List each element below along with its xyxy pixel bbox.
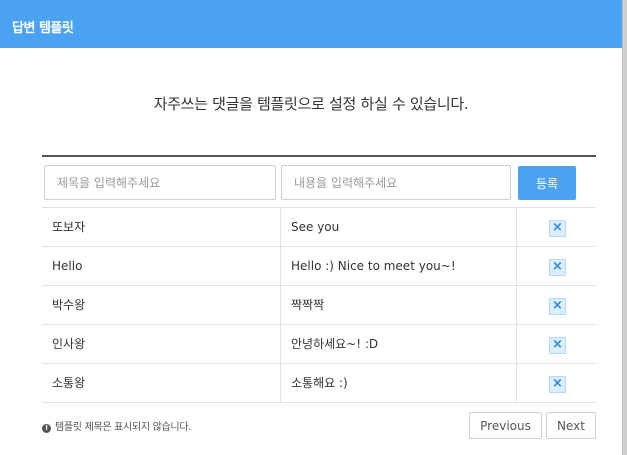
delete-cell: × (516, 286, 597, 324)
divider (42, 155, 596, 157)
row-content: See you (280, 208, 527, 246)
notice: ! 템플릿 제목은 표시되지 않습니다. (42, 418, 191, 433)
notice-text: 템플릿 제목은 표시되지 않습니다. (55, 422, 192, 433)
next-button[interactable]: Next (546, 412, 596, 439)
row-title: Hello (52, 259, 83, 273)
row-content: Hello :) Nice to meet you~! (280, 247, 527, 285)
delete-icon[interactable]: × (549, 376, 566, 393)
row-title: 박수왕 (52, 298, 86, 312)
template-title-input[interactable] (44, 165, 276, 200)
table-row: 소통왕 소통해요 :) × (42, 364, 596, 403)
table-row: 또보자 See you × (42, 208, 596, 247)
template-content-input[interactable] (281, 165, 511, 200)
row-content: 소통해요 :) (280, 364, 527, 402)
dialog-header: 답변 템플릿 (0, 0, 622, 48)
delete-icon[interactable]: × (549, 298, 566, 315)
description-text: 자주쓰는 댓글을 템플릿으로 설정 하실 수 있습니다. (153, 95, 469, 113)
row-content: 안녕하세요~! :D (280, 325, 527, 363)
delete-cell: × (516, 247, 597, 285)
row-title: 인사왕 (52, 337, 86, 351)
row-content: 짝짝짝 (280, 286, 527, 324)
delete-icon[interactable]: × (549, 337, 566, 354)
previous-button[interactable]: Previous (469, 412, 542, 439)
template-table: 또보자 See you × Hello Hello :) Nice to mee… (42, 207, 596, 403)
table-row: 인사왕 안녕하세요~! :D × (42, 325, 596, 364)
register-button[interactable]: 등록 (518, 166, 576, 200)
delete-cell: × (516, 364, 597, 402)
info-icon: ! (42, 424, 51, 433)
delete-icon[interactable]: × (549, 220, 566, 237)
row-title: 또보자 (52, 220, 86, 234)
table-row: Hello Hello :) Nice to meet you~! × (42, 247, 596, 286)
delete-cell: × (516, 325, 597, 363)
delete-icon[interactable]: × (549, 259, 566, 276)
template-dialog: 답변 템플릿 자주쓰는 댓글을 템플릿으로 설정 하실 수 있습니다. 등록 또… (0, 0, 623, 455)
table-row: 박수왕 짝짝짝 × (42, 286, 596, 325)
delete-cell: × (516, 208, 597, 246)
row-title: 소통왕 (52, 376, 86, 390)
dialog-title: 답변 템플릿 (12, 21, 74, 36)
